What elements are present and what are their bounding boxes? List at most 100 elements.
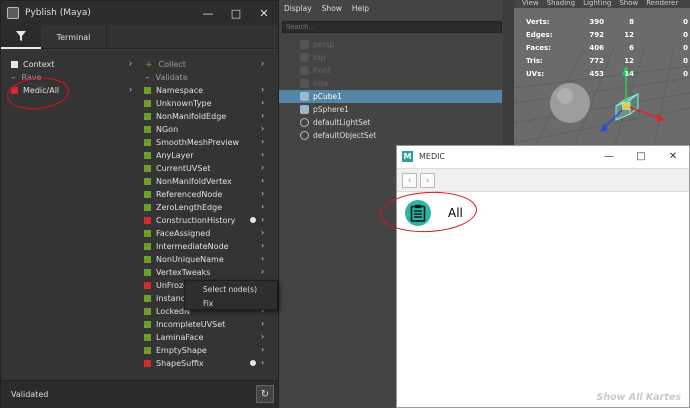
info-marker-icon[interactable]: [250, 360, 256, 366]
plugin-item[interactable]: Namespace: [144, 84, 203, 97]
set-icon: [300, 118, 309, 127]
outliner-item[interactable]: defaultLightSet: [279, 116, 502, 129]
plugin-item[interactable]: UnknownType: [144, 97, 212, 110]
tab-terminal[interactable]: Terminal: [41, 25, 107, 49]
chevron-right-icon[interactable]: ›: [261, 345, 264, 354]
info-marker-icon[interactable]: [250, 217, 256, 223]
maximize-button[interactable]: □: [222, 1, 250, 25]
status-indicator: [144, 191, 151, 198]
medic-titlebar[interactable]: M MEDIC — □ ✕: [397, 146, 689, 166]
menu-renderer[interactable]: Renderer: [646, 0, 678, 8]
plugin-item[interactable]: ShapeSuffix: [144, 357, 204, 370]
chevron-right-icon[interactable]: ›: [261, 98, 264, 107]
sphere-highlight: [557, 88, 573, 104]
instance-item[interactable]: Context: [11, 58, 54, 71]
filter-icon: [16, 31, 26, 41]
menu-item-fix[interactable]: Fix: [185, 296, 277, 310]
plugin-item[interactable]: FaceAssigned: [144, 227, 210, 240]
plugin-label: Namespace: [156, 86, 204, 95]
minimize-button[interactable]: —: [194, 1, 222, 25]
menu-show[interactable]: Show: [619, 0, 638, 8]
plugin-label: IncompleteUVSet: [156, 320, 226, 329]
forward-button[interactable]: ›: [420, 173, 435, 188]
chevron-right-icon[interactable]: ›: [261, 150, 264, 159]
medic-window: M MEDIC — □ ✕ ‹ › All Show All Kartes: [396, 145, 690, 408]
plugin-item[interactable]: IncompleteUVSet: [144, 318, 225, 331]
outliner-item[interactable]: pCube1: [279, 90, 502, 103]
pyblish-statusbar: Validated ↻: [1, 380, 278, 408]
menu-display[interactable]: Display: [284, 4, 312, 16]
chevron-right-icon[interactable]: ›: [261, 202, 264, 211]
hud-stat-row: Faces: 406 6 0: [522, 44, 690, 57]
plugin-item[interactable]: NGon: [144, 123, 178, 136]
plugin-item[interactable]: ReferencedNode: [144, 188, 222, 201]
outliner-item[interactable]: pSphere1: [279, 103, 502, 116]
section-validate[interactable]: – Validate: [145, 71, 188, 84]
reset-button[interactable]: ↻: [256, 385, 274, 403]
chevron-right-icon[interactable]: ›: [261, 85, 264, 94]
plugin-item[interactable]: NonManifoldVertex: [144, 175, 232, 188]
plugin-item[interactable]: EmptyShape: [144, 344, 207, 357]
menu-item-select-nodes[interactable]: Select node(s): [185, 282, 277, 296]
tab-filter[interactable]: [1, 25, 41, 49]
close-button[interactable]: ✕: [657, 146, 689, 166]
chevron-right-icon[interactable]: ›: [261, 176, 264, 185]
plugin-label: AnyLayer: [156, 151, 194, 160]
plugin-item[interactable]: NonManifoldEdge: [144, 110, 226, 123]
chevron-right-icon[interactable]: ›: [261, 111, 264, 120]
outliner-search-input[interactable]: [282, 21, 502, 33]
chevron-right-icon[interactable]: ›: [261, 137, 264, 146]
menu-help[interactable]: Help: [352, 4, 369, 16]
plugin-item[interactable]: SmoothMeshPreview: [144, 136, 239, 149]
status-indicator: [144, 113, 151, 120]
chevron-right-icon[interactable]: ›: [261, 124, 264, 133]
outliner-item[interactable]: defaultObjectSet: [279, 129, 502, 142]
minimize-button[interactable]: —: [593, 146, 625, 166]
plugin-item[interactable]: AnyLayer: [144, 149, 194, 162]
status-indicator: [144, 204, 151, 211]
outliner-item[interactable]: front: [279, 64, 502, 77]
status-indicator: [144, 165, 151, 172]
chevron-right-icon[interactable]: ›: [261, 215, 264, 224]
mesh-icon: [300, 105, 309, 114]
chevron-right-icon[interactable]: ›: [261, 319, 264, 328]
menu-show[interactable]: Show: [322, 4, 342, 16]
chevron-right-icon[interactable]: ›: [261, 358, 264, 367]
chevron-right-icon[interactable]: ›: [261, 267, 264, 276]
chevron-right-icon[interactable]: ›: [261, 228, 264, 237]
chevron-right-icon[interactable]: ›: [261, 254, 264, 263]
plugin-item[interactable]: IntermediateNode: [144, 240, 229, 253]
plugin-item[interactable]: LaminaFace: [144, 331, 203, 344]
status-indicator: [144, 243, 151, 250]
chevron-right-icon: ›: [129, 85, 133, 94]
hud-stat-value: 453: [589, 70, 604, 78]
hud-stat-row: Verts: 390 8 0: [522, 18, 690, 31]
camera-icon: [300, 53, 309, 62]
status-indicator: [144, 295, 151, 302]
close-button[interactable]: ✕: [250, 1, 278, 25]
menu-view[interactable]: View: [522, 0, 539, 8]
chevron-right-icon[interactable]: ›: [261, 241, 264, 250]
menu-shading[interactable]: Shading: [547, 0, 575, 8]
plugin-item[interactable]: ConstructionHistory: [144, 214, 235, 227]
chevron-right-icon[interactable]: ›: [261, 189, 264, 198]
outliner-item[interactable]: side: [279, 77, 502, 90]
plugin-label: NonManifoldVertex: [156, 177, 232, 186]
section-collect[interactable]: + Collect: [145, 58, 186, 71]
maximize-button[interactable]: □: [625, 146, 657, 166]
plugin-item[interactable]: NonUniqueName: [144, 253, 224, 266]
menu-lighting[interactable]: Lighting: [583, 0, 611, 8]
status-indicator: [144, 256, 151, 263]
show-all-kartes-link[interactable]: Show All Kartes: [597, 392, 681, 403]
plugin-item[interactable]: VertexTweaks: [144, 266, 210, 279]
back-button[interactable]: ‹: [402, 173, 417, 188]
chevron-right-icon[interactable]: ›: [261, 332, 264, 341]
plugin-item[interactable]: CurrentUVSet: [144, 162, 211, 175]
outliner-item[interactable]: persp: [279, 38, 502, 51]
chevron-right-icon[interactable]: ›: [261, 163, 264, 172]
outliner-item[interactable]: top: [279, 51, 502, 64]
pyblish-titlebar[interactable]: Pyblish (Maya) — □ ✕: [1, 1, 278, 25]
hud-stat-row: Tris: 772 12 0: [522, 57, 690, 70]
instance-label: Context: [23, 60, 55, 69]
plugin-item[interactable]: ZeroLengthEdge: [144, 201, 222, 214]
